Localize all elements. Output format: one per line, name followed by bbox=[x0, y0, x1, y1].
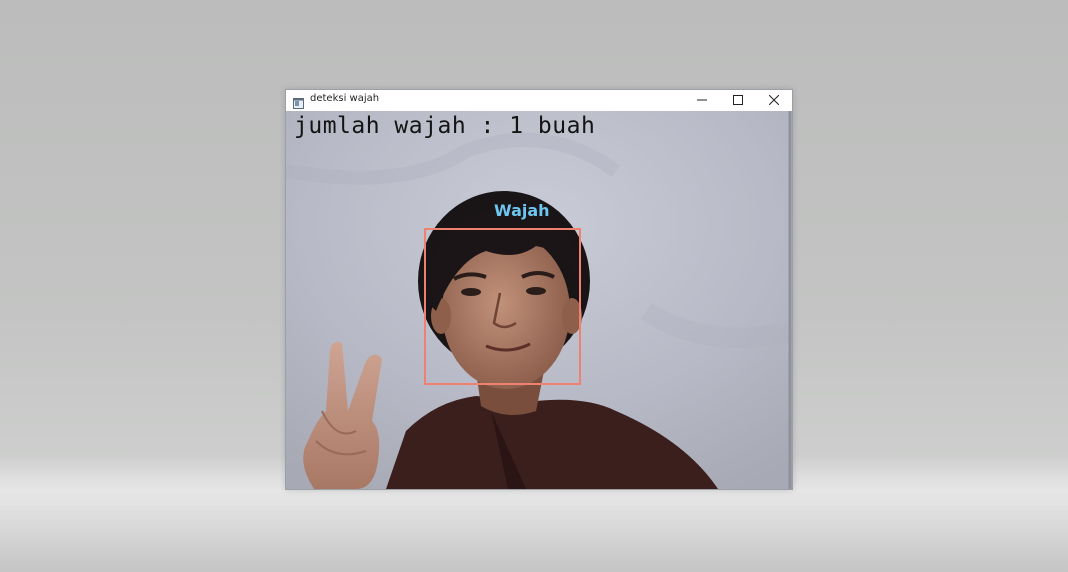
title-bar[interactable]: deteksi wajah bbox=[286, 90, 792, 111]
face-count-text: jumlah wajah : 1 buah bbox=[294, 113, 596, 139]
minimize-icon bbox=[697, 99, 707, 101]
maximize-icon bbox=[733, 95, 743, 105]
minimize-button[interactable] bbox=[684, 90, 720, 111]
window-title: deteksi wajah bbox=[310, 93, 380, 104]
face-detection-label: Wajah bbox=[494, 201, 550, 220]
video-frame: jumlah wajah : 1 buah Wajah bbox=[286, 111, 792, 489]
close-button[interactable] bbox=[756, 90, 792, 111]
close-icon bbox=[769, 95, 779, 105]
face-detection-box bbox=[424, 228, 581, 385]
app-window-icon bbox=[293, 94, 304, 109]
maximize-button[interactable] bbox=[720, 90, 756, 111]
app-window: deteksi wajah jumlah wajah: 1 buah Waja… bbox=[285, 89, 793, 490]
